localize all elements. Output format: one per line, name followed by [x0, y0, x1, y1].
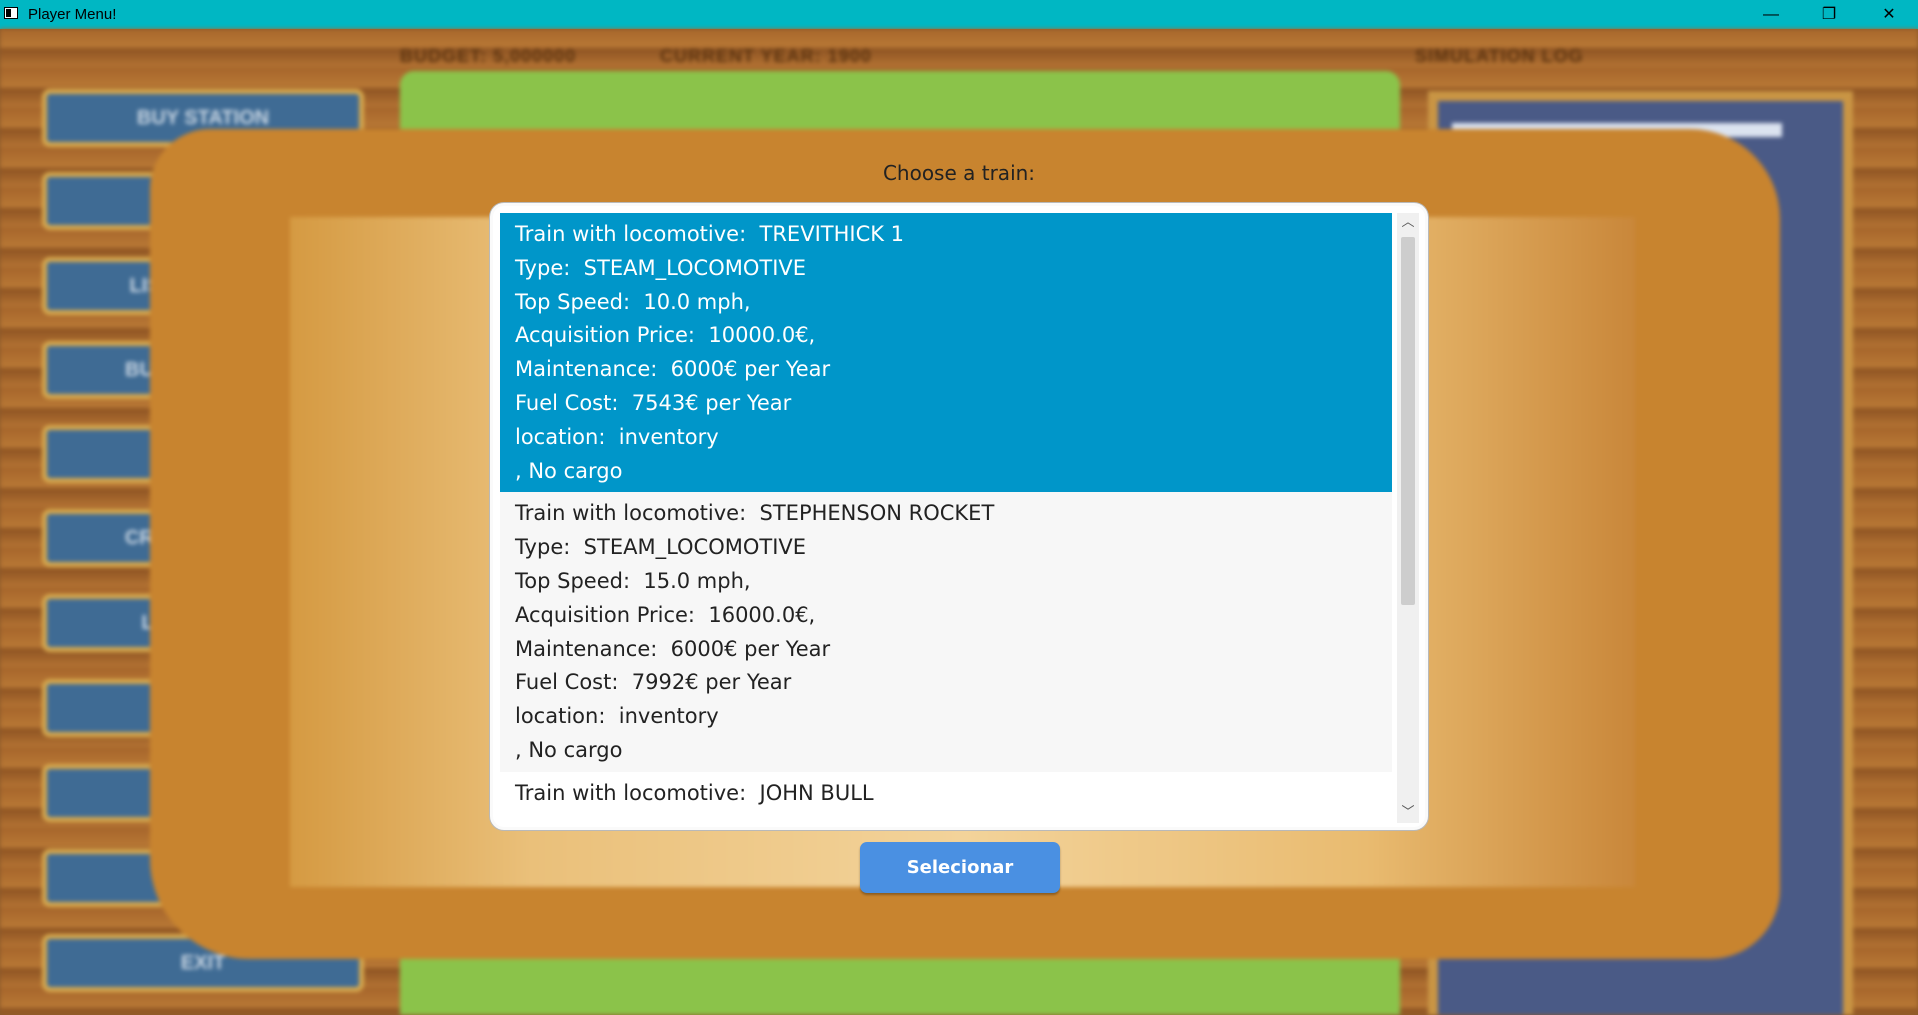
train-item-line: Fuel Cost: 7992€ per Year — [515, 670, 792, 695]
train-item-line: Maintenance: 6000€ per Year — [515, 636, 831, 661]
train-item-line: location: inventory — [515, 704, 719, 729]
app-icon — [4, 7, 18, 19]
window-title: Player Menu! — [28, 6, 117, 23]
train-item-line: , No cargo — [515, 737, 623, 762]
window-titlebar: Player Menu! — ❐ ✕ — [0, 0, 1918, 29]
minimize-button[interactable]: — — [1742, 0, 1800, 29]
train-item-line: Fuel Cost: 7543€ per Year — [515, 390, 792, 415]
train-item-line: Train with locomotive: STEPHENSON ROCKET — [515, 501, 995, 526]
train-list-item[interactable]: Train with locomotive: STEPHENSON ROCKET… — [500, 492, 1392, 772]
train-list: Train with locomotive: TREVITHICK 1 Type… — [500, 213, 1392, 823]
train-list-item[interactable]: Train with locomotive: TREVITHICK 1 Type… — [500, 213, 1392, 493]
train-list-item[interactable]: Train with locomotive: JOHN BULL — [500, 771, 1392, 815]
budget-label: BUDGET: 5,000000 — [400, 46, 577, 66]
train-item-line: Acquisition Price: 16000.0€, — [515, 602, 816, 627]
train-listbox[interactable]: Train with locomotive: TREVITHICK 1 Type… — [490, 203, 1428, 830]
simulation-log-label: SIMULATION LOG — [1415, 46, 1584, 66]
train-item-line: Train with locomotive: TREVITHICK 1 — [515, 222, 905, 246]
scrollbar-thumb[interactable] — [1401, 237, 1415, 605]
train-item-line: Top Speed: 15.0 mph, — [515, 568, 751, 593]
dialog-prompt: Choose a train: — [882, 161, 1036, 185]
select-button[interactable]: Selecionar — [860, 842, 1060, 893]
train-item-line: Type: STEAM_LOCOMOTIVE — [515, 535, 807, 560]
chevron-up-icon[interactable]: ︿ — [1397, 213, 1419, 233]
train-item-line: , No cargo — [515, 458, 623, 483]
year-label: CURRENT YEAR: 1900 — [660, 46, 872, 66]
train-item-line: Type: STEAM_LOCOMOTIVE — [515, 255, 807, 280]
train-item-line: Acquisition Price: 10000.0€, — [515, 323, 816, 348]
list-scrollbar[interactable]: ︿ ﹀ — [1397, 213, 1419, 823]
chevron-down-icon[interactable]: ﹀ — [1397, 803, 1419, 823]
train-item-line: Train with locomotive: JOHN BULL — [515, 780, 874, 805]
close-button[interactable]: ✕ — [1860, 0, 1918, 29]
maximize-button[interactable]: ❐ — [1800, 0, 1858, 29]
train-item-line: Maintenance: 6000€ per Year — [515, 357, 831, 382]
train-item-line: location: inventory — [515, 424, 719, 449]
train-item-line: Top Speed: 10.0 mph, — [515, 289, 751, 314]
